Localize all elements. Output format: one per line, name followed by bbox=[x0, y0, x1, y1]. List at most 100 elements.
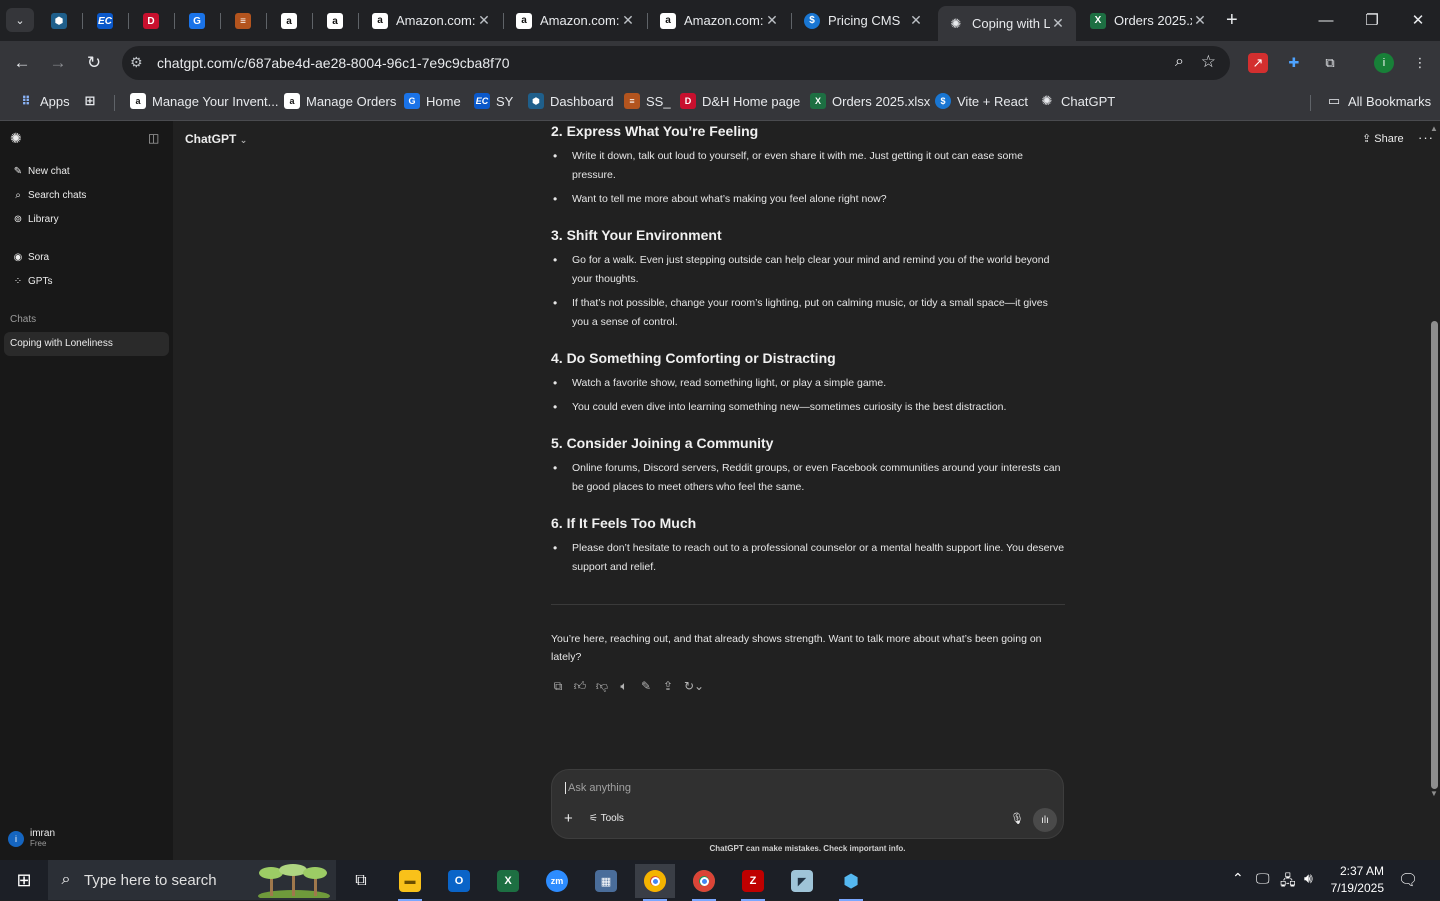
minimize-icon[interactable]: — bbox=[1306, 8, 1346, 32]
attach-plus-icon[interactable]: + bbox=[564, 810, 573, 827]
task-view-icon[interactable]: ⧉ bbox=[341, 864, 381, 898]
sidebar-chat-coping-with-loneliness[interactable]: Coping with Loneliness bbox=[4, 332, 169, 356]
close-icon[interactable]: ✕ bbox=[620, 12, 636, 29]
window-close-icon[interactable]: ✕ bbox=[1398, 8, 1438, 32]
close-icon[interactable]: ✕ bbox=[764, 12, 780, 29]
calculator-icon[interactable]: ▦ bbox=[586, 864, 626, 898]
microphone-icon[interactable]: 🎙︎ bbox=[1010, 812, 1024, 825]
sidebar-item-new-chat[interactable]: ✎ New chat bbox=[12, 166, 70, 177]
regenerate-icon[interactable]: ↻⌄ bbox=[683, 679, 705, 694]
tools-button[interactable]: ⚟ Tools bbox=[589, 813, 624, 824]
pinned-tab-4[interactable]: G bbox=[184, 8, 210, 34]
tab-amazon-1[interactable]: a Amazon.com: ✕ bbox=[362, 6, 502, 35]
tab-amazon-2[interactable]: a Amazon.com: ✕ bbox=[506, 6, 646, 35]
sidebar-item-sora[interactable]: ◉ Sora bbox=[12, 252, 50, 263]
edit-canvas-icon[interactable]: ✎ bbox=[639, 679, 653, 694]
prompt-input[interactable]: Ask anything bbox=[565, 782, 631, 794]
chrome-icon[interactable] bbox=[635, 864, 675, 901]
taskbar-search-box[interactable]: ⌕ Type here to search bbox=[48, 860, 336, 900]
extension-arrow-icon[interactable]: ↗ bbox=[1248, 53, 1268, 73]
sidebar-item-library[interactable]: ⊚ Library bbox=[12, 214, 59, 225]
edit-icon: ✎ bbox=[13, 166, 23, 177]
bookmark-apps[interactable]: ⠿ Apps bbox=[18, 93, 69, 109]
message-composer[interactable]: Ask anything + ⚟ Tools 🎙︎ ılı bbox=[551, 769, 1064, 839]
app-hexagon-icon[interactable]: ⬢ bbox=[831, 864, 871, 901]
thumbs-up-icon[interactable]: 👍︎ bbox=[573, 679, 587, 694]
volume-icon[interactable]: 🔊︎ bbox=[1304, 870, 1313, 887]
new-tab-plus-icon[interactable]: + bbox=[1226, 9, 1238, 32]
voice-mode-icon[interactable]: ılı bbox=[1033, 808, 1057, 832]
pinned-tab-3[interactable]: D bbox=[138, 8, 164, 34]
site-info-icon[interactable]: ⚙ bbox=[130, 54, 143, 71]
extensions-puzzle-icon[interactable]: ⧉ bbox=[1320, 53, 1340, 73]
bookmark-vite-react[interactable]: $ Vite + React bbox=[935, 93, 1028, 109]
scrollbar-thumb[interactable] bbox=[1431, 321, 1438, 789]
bookmark-sy[interactable]: EC SY bbox=[474, 93, 513, 109]
share-button[interactable]: ⇪ Share bbox=[1362, 132, 1404, 145]
profile-avatar[interactable]: i bbox=[1374, 53, 1394, 73]
browser-menu-icon[interactable]: ⋮ bbox=[1410, 53, 1430, 73]
bookmark-ss[interactable]: ≡ SS_ bbox=[624, 93, 671, 109]
reload-icon[interactable]: ↻ bbox=[82, 51, 106, 75]
page-icon: G bbox=[189, 13, 205, 29]
pinned-tab-1[interactable]: ⬢ bbox=[46, 8, 72, 34]
sidebar-toggle-icon[interactable]: ◫ bbox=[148, 131, 159, 145]
notes-app-icon[interactable]: ◤ bbox=[782, 864, 822, 898]
sidebar-item-gpts[interactable]: ⁘ GPTs bbox=[12, 276, 53, 287]
pinned-tab-2[interactable]: EC bbox=[92, 8, 118, 34]
close-icon[interactable]: ✕ bbox=[1050, 15, 1066, 32]
openai-logo-icon[interactable]: ✺ bbox=[10, 130, 22, 147]
tab-amazon-3[interactable]: a Amazon.com: ✕ bbox=[650, 6, 790, 35]
zoom-app-icon[interactable]: zm bbox=[537, 864, 577, 898]
tray-chevron-up-icon[interactable]: ⌃ bbox=[1232, 870, 1244, 887]
close-icon[interactable]: ✕ bbox=[476, 12, 492, 29]
system-clock[interactable]: 2:37 AM 7/19/2025 bbox=[1328, 863, 1384, 897]
model-selector[interactable]: ChatGPT ⌄ bbox=[185, 132, 247, 146]
tray-security-icon[interactable]: 🖵︎ bbox=[1256, 870, 1270, 887]
bookmark-dh-home[interactable]: D D&H Home page bbox=[680, 93, 800, 109]
bookmark-home[interactable]: G Home bbox=[404, 93, 461, 109]
share-icon[interactable]: ⇪ bbox=[661, 679, 675, 694]
windows-start-icon[interactable]: ⊞ bbox=[0, 860, 48, 900]
restore-icon[interactable]: ❐ bbox=[1352, 8, 1392, 32]
bookmark-all-bookmarks[interactable]: ▭ All Bookmarks bbox=[1326, 93, 1431, 109]
bookmark-chatgpt[interactable]: ✺ ChatGPT bbox=[1039, 93, 1116, 109]
zoom-icon[interactable]: ⌕ bbox=[1175, 53, 1184, 71]
pinned-tab-6[interactable]: a bbox=[276, 8, 302, 34]
forward-arrow-icon[interactable]: → bbox=[46, 51, 70, 75]
bookmark-star-icon[interactable]: ☆ bbox=[1201, 52, 1216, 72]
pinned-tab-7[interactable]: a bbox=[322, 8, 348, 34]
scrollbar[interactable]: ▲ ▼ bbox=[1428, 121, 1440, 860]
bookmark-grid[interactable]: ⊞ bbox=[82, 93, 104, 109]
notification-center-icon[interactable]: 🗨︎ bbox=[1398, 870, 1418, 890]
bookmark-orders-xlsx[interactable]: X Orders 2025.xlsx bbox=[810, 93, 930, 109]
tab-search-dropdown-icon[interactable]: ⌄ bbox=[6, 8, 34, 32]
bookmark-manage-inventory[interactable]: a Manage Your Invent... bbox=[130, 93, 278, 109]
dh-icon: D bbox=[680, 93, 696, 109]
tab-coping-with-loneliness[interactable]: ✺ Coping with L ✕ bbox=[938, 6, 1076, 41]
back-arrow-icon[interactable]: ← bbox=[10, 51, 34, 75]
tab-pricing-cms[interactable]: $ Pricing CMS ✕ bbox=[794, 6, 934, 35]
user-profile[interactable]: i imran Free bbox=[8, 828, 55, 849]
url-text[interactable]: chatgpt.com/c/687abe4d-ae28-8004-96c1-7e… bbox=[157, 55, 510, 71]
sidebar-item-search-chats[interactable]: ⌕ Search chats bbox=[12, 190, 86, 201]
copy-icon[interactable]: ⧉ bbox=[551, 679, 565, 694]
bookmark-manage-orders[interactable]: a Manage Orders bbox=[284, 93, 396, 109]
scroll-up-icon[interactable]: ▲ bbox=[1430, 124, 1438, 133]
scroll-down-icon[interactable]: ▼ bbox=[1430, 789, 1438, 798]
address-bar[interactable]: ⚙ chatgpt.com/c/687abe4d-ae28-8004-96c1-… bbox=[122, 46, 1230, 80]
outlook-icon[interactable]: O bbox=[439, 864, 479, 898]
read-aloud-icon[interactable]: 🔈︎ bbox=[617, 679, 631, 694]
extension-puzzle-blue-icon[interactable]: ✚ bbox=[1284, 53, 1304, 73]
network-icon[interactable]: 🖧︎ bbox=[1280, 870, 1296, 894]
excel-icon[interactable]: X bbox=[488, 864, 528, 898]
filezilla-icon[interactable]: Z bbox=[733, 864, 773, 901]
file-explorer-icon[interactable]: ▬ bbox=[390, 864, 430, 901]
chrome-profile-icon[interactable] bbox=[684, 864, 724, 901]
close-icon[interactable]: ✕ bbox=[1192, 12, 1208, 29]
bookmark-dashboard[interactable]: ⬢ Dashboard bbox=[528, 93, 614, 109]
thumbs-down-icon[interactable]: 👎︎ bbox=[595, 679, 609, 694]
close-icon[interactable]: ✕ bbox=[908, 12, 924, 29]
tab-orders-2025[interactable]: X Orders 2025.x ✕ bbox=[1080, 6, 1218, 35]
pinned-tab-5[interactable]: ≡ bbox=[230, 8, 256, 34]
